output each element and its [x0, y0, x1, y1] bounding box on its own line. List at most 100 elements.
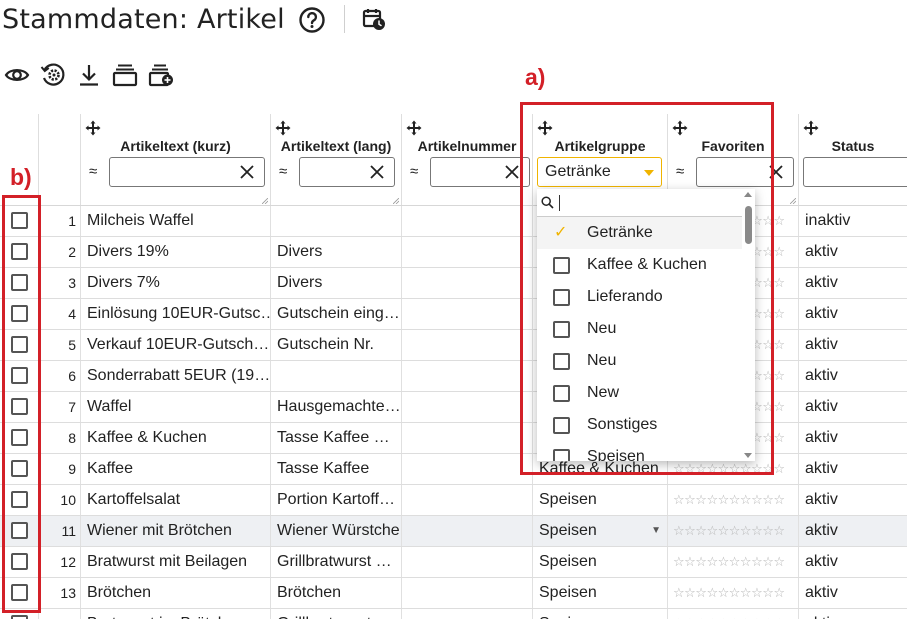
row-checkbox[interactable] [11, 553, 28, 570]
cell-status[interactable]: aktiv [799, 423, 907, 453]
filter-input-lang[interactable] [299, 157, 395, 187]
favorite-rating[interactable]: ☆☆☆☆☆☆☆☆☆☆ [668, 516, 799, 546]
table-row[interactable]: 9 Kaffee Tasse Kaffee Kaffee & Kuchen ☆☆☆☆☆☆… [0, 454, 907, 485]
cell-status[interactable]: aktiv [799, 268, 907, 298]
dropdown-option[interactable]: Lieferando [537, 281, 742, 313]
cell-nummer[interactable] [402, 299, 533, 329]
option-checkbox[interactable] [553, 321, 570, 338]
table-row[interactable]: 11 Wiener mit Brötchen Wiener Würstche Spei… [0, 516, 907, 547]
cell-nummer[interactable] [402, 454, 533, 484]
row-checkbox[interactable] [11, 212, 28, 229]
help-icon[interactable] [298, 6, 326, 34]
option-checkbox[interactable] [553, 353, 570, 370]
cell-kurz[interactable]: Einlösung 10EUR-Gutsc… [81, 299, 271, 329]
column-title[interactable]: Artikelnummer [402, 138, 532, 154]
cell-status[interactable]: aktiv [799, 392, 907, 422]
row-checkbox[interactable] [11, 522, 28, 539]
favorite-rating[interactable]: ☆☆☆☆☆☆☆☆☆☆ [668, 547, 799, 577]
cell-lang[interactable]: Portion Kartoff… [271, 485, 402, 515]
clear-filter-icon[interactable] [503, 163, 521, 181]
cell-status[interactable]: aktiv [799, 609, 907, 619]
cell-kurz[interactable]: Verkauf 10EUR-Gutsch… [81, 330, 271, 360]
option-checkbox[interactable] [553, 417, 570, 434]
cell-nummer[interactable] [402, 609, 533, 619]
cell-status[interactable]: aktiv [799, 547, 907, 577]
dropdown-search-input[interactable] [537, 189, 742, 217]
reset-settings-icon[interactable] [40, 62, 66, 88]
cell-dropdown-icon[interactable]: ▼ [651, 516, 661, 546]
filter-input-kurz[interactable] [109, 157, 265, 187]
cell-kurz[interactable]: Kaffee & Kuchen [81, 423, 271, 453]
cell-status[interactable]: aktiv [799, 361, 907, 391]
dropdown-scrollbar[interactable] [744, 192, 753, 458]
table-row[interactable]: 10 Kartoffelsalat Portion Kartoff… Speisen ☆… [0, 485, 907, 516]
resize-handle-icon[interactable] [393, 198, 399, 204]
row-checkbox[interactable] [11, 429, 28, 446]
row-checkbox[interactable] [11, 615, 28, 619]
dropdown-option[interactable]: Neu [537, 313, 742, 345]
filter-input-status[interactable] [803, 157, 907, 187]
column-title[interactable]: Status [799, 138, 907, 154]
row-checkbox[interactable] [11, 367, 28, 384]
cell-nummer[interactable] [402, 237, 533, 267]
cell-lang[interactable]: Brötchen [271, 578, 402, 608]
cell-nummer[interactable] [402, 516, 533, 546]
filter-mode-icon[interactable]: ≈ [676, 163, 684, 180]
cell-lang[interactable]: Tasse Kaffee … [271, 423, 402, 453]
filter-mode-icon[interactable]: ≈ [410, 163, 418, 180]
cell-gruppe[interactable]: Speisen [533, 547, 668, 577]
download-icon[interactable] [76, 62, 102, 88]
favorite-rating[interactable]: ☆☆☆☆☆☆☆☆☆☆ [668, 578, 799, 608]
cell-kurz[interactable]: Brötchen [81, 578, 271, 608]
cell-kurz[interactable]: Divers 7% [81, 268, 271, 298]
cell-kurz[interactable]: Kaffee [81, 454, 271, 484]
cell-nummer[interactable] [402, 330, 533, 360]
row-checkbox[interactable] [11, 398, 28, 415]
move-column-icon[interactable] [85, 120, 101, 136]
filter-input-favoriten[interactable] [696, 157, 794, 187]
cell-gruppe[interactable]: Speisen [533, 578, 668, 608]
option-checkbox[interactable] [553, 385, 570, 402]
favorite-rating[interactable]: ☆☆☆☆☆☆☆☆☆☆ [668, 485, 799, 515]
cell-status[interactable]: aktiv [799, 237, 907, 267]
move-column-icon[interactable] [537, 120, 553, 136]
favorite-rating[interactable]: ☆☆☆☆☆☆☆☆☆☆ [668, 609, 799, 619]
scroll-up-icon[interactable] [744, 192, 752, 197]
cell-lang[interactable]: Tasse Kaffee [271, 454, 402, 484]
group-filter-select[interactable]: Getränke [537, 157, 662, 187]
row-checkbox[interactable] [11, 584, 28, 601]
cell-lang[interactable]: Divers [271, 268, 402, 298]
cell-nummer[interactable] [402, 206, 533, 236]
cell-nummer[interactable] [402, 268, 533, 298]
eye-icon[interactable] [4, 62, 30, 88]
clear-filter-icon[interactable] [238, 163, 256, 181]
row-checkbox[interactable] [11, 336, 28, 353]
table-row[interactable]: 7WaffelHausgemachte…☆☆☆☆☆☆☆☆☆☆aktiv [0, 392, 907, 423]
row-checkbox[interactable] [11, 491, 28, 508]
cell-kurz[interactable]: Divers 19% [81, 237, 271, 267]
cell-kurz[interactable]: Kartoffelsalat [81, 485, 271, 515]
cell-lang[interactable] [271, 361, 402, 391]
column-title[interactable]: Favoriten [668, 138, 798, 154]
clear-filter-icon[interactable] [368, 163, 386, 181]
table-row[interactable]: 6Sonderrabatt 5EUR (19…☆☆☆☆☆☆☆☆☆☆aktiv [0, 361, 907, 392]
scroll-down-icon[interactable] [744, 453, 752, 458]
dropdown-option[interactable]: Neu [537, 345, 742, 377]
option-checkbox[interactable] [553, 449, 570, 461]
cell-lang[interactable]: Hausgemachte… [271, 392, 402, 422]
filter-mode-icon[interactable]: ≈ [89, 163, 97, 180]
move-column-icon[interactable] [803, 120, 819, 136]
resize-handle-icon[interactable] [790, 198, 796, 204]
table-row[interactable]: 2Divers 19%Divers☆☆☆☆☆☆☆☆☆☆aktiv [0, 237, 907, 268]
table-row[interactable]: 3Divers 7%Divers☆☆☆☆☆☆☆☆☆☆aktiv [0, 268, 907, 299]
cell-kurz[interactable]: Waffel [81, 392, 271, 422]
cell-kurz[interactable]: Wiener mit Brötchen [81, 516, 271, 546]
calendar-clock-icon[interactable] [362, 7, 386, 31]
resize-handle-icon[interactable] [262, 198, 268, 204]
clear-filter-icon[interactable] [767, 163, 785, 181]
table-row[interactable]: 4Einlösung 10EUR-Gutsc…Gutschein eing…☆☆… [0, 299, 907, 330]
layers-icon[interactable] [112, 62, 138, 88]
row-checkbox[interactable] [11, 460, 28, 477]
cell-status[interactable]: aktiv [799, 578, 907, 608]
cell-status[interactable]: aktiv [799, 516, 907, 546]
